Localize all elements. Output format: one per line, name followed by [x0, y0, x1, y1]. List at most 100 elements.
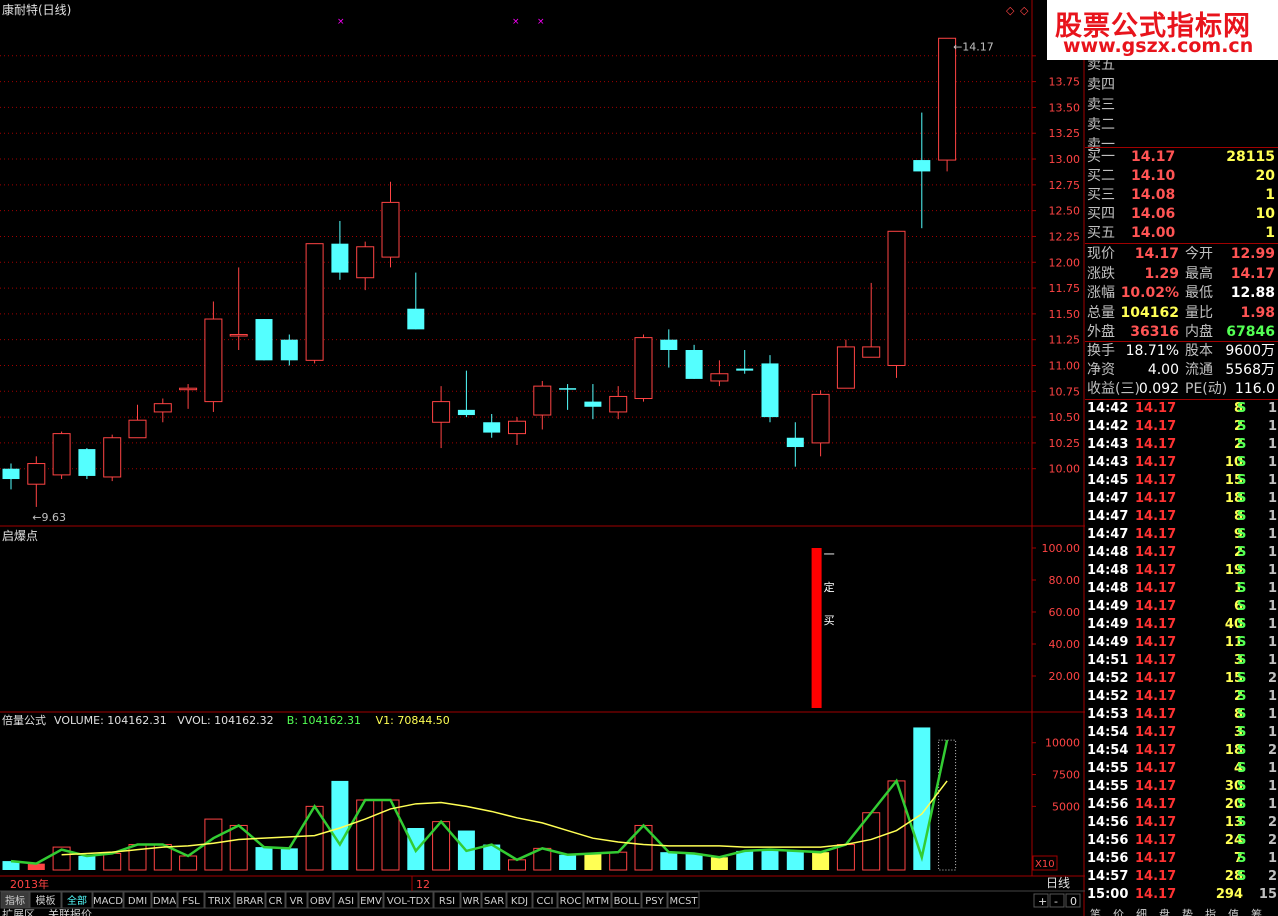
tick-side: S [1237, 599, 1247, 614]
quote-stat-label: 总量 [1087, 304, 1115, 321]
volume-bar [78, 856, 96, 870]
volume-stat: B: 104162.31 [287, 714, 361, 727]
indicator-tab-label[interactable]: 全部 [67, 894, 87, 907]
indicator-tab-label[interactable]: CR [269, 896, 283, 907]
tick-price: 14.17 [1135, 671, 1177, 686]
sell-level: 卖三 [1087, 96, 1115, 114]
indicator-tab-label[interactable]: DMI [128, 896, 147, 907]
tick-row: 14:48 14.17 1 S 1 [1087, 580, 1277, 598]
indicator-tab-label[interactable]: RSI [439, 896, 455, 907]
tick-row: 14:48 14.17 2 S 1 [1087, 544, 1277, 562]
indicator-tab-label[interactable]: ROC [560, 896, 582, 907]
sell-level-label: 卖四 [1087, 77, 1115, 93]
indicator-tab-label[interactable]: VR [290, 896, 304, 907]
volume-bar [660, 852, 678, 870]
candle-down [913, 160, 931, 172]
candle-up [204, 318, 223, 403]
volume-bar [761, 849, 779, 870]
indicator-tab-label[interactable]: VOL-TDX [387, 896, 430, 907]
buy-level: 买二 14.10 20 [1087, 167, 1277, 185]
indicator-tab-label[interactable]: TRIX [207, 896, 231, 907]
tick-time: 14:57 [1087, 869, 1129, 884]
tick-row: 14:45 14.17 15 S 1 [1087, 472, 1277, 490]
stock-title: 康耐特(日线) [2, 2, 71, 17]
indicator-tab-label[interactable]: OBV [310, 896, 331, 907]
indicator-tab-label[interactable]: KDJ [511, 896, 528, 907]
period-button-label[interactable]: - [1054, 895, 1058, 908]
tick-time: 14:48 [1087, 563, 1129, 578]
tick-time: 14:47 [1087, 491, 1129, 506]
tick-count: 1 [1267, 779, 1277, 794]
indicator-tab-label[interactable]: 指标 [5, 894, 25, 907]
volume-stat: VOLUME: 104162.31 [54, 714, 167, 727]
tick-time: 14:53 [1087, 707, 1129, 722]
indicator-tab-label[interactable]: MCST [669, 896, 698, 907]
tick-price: 14.17 [1135, 545, 1177, 560]
volume-title: 倍量公式 [2, 713, 46, 727]
marker-x-icon: × [337, 17, 345, 27]
volume-bar [584, 853, 602, 870]
buy-level: 买四 14.06 10 [1087, 205, 1277, 223]
tick-time: 14:56 [1087, 833, 1129, 848]
quote-stat-value: 14.17 [1230, 265, 1275, 282]
indicator-tab-label[interactable]: SAR [484, 896, 504, 907]
price-tick-label: 11.00 [1049, 359, 1081, 372]
candle-down [584, 401, 602, 407]
tick-count: 2 [1267, 743, 1277, 758]
candle-up [811, 393, 830, 444]
tick-side: S [1237, 707, 1247, 722]
volume-bar [812, 852, 830, 870]
volume-bar [938, 739, 957, 871]
indicator-tab-label[interactable]: BOLL [614, 896, 640, 907]
period-button-label[interactable]: + [1038, 895, 1047, 908]
volume-bar [508, 859, 526, 871]
quote-stat-label: 外盘 [1087, 324, 1115, 340]
indicator-tab-label[interactable]: MTM [586, 896, 609, 907]
indicator-tab-label[interactable]: BRAR [236, 896, 263, 907]
quote-stat-label: 量比 [1185, 304, 1213, 321]
price-tick-label: 12.75 [1049, 179, 1081, 192]
fundamental-row: 收益(三) 0.092 PE(动) 116.0 [1087, 380, 1277, 398]
price-tick-label: 13.50 [1049, 101, 1081, 114]
bottom-tab[interactable]: 关联报价 [48, 907, 92, 916]
indicator-tab-label[interactable]: PSY [645, 896, 664, 907]
quote-stat-row: 外盘 36316 内盘 67846 [1087, 323, 1277, 341]
tick-count: 2 [1267, 869, 1277, 884]
volume-ma-yellow [61, 780, 948, 856]
signal-text: 一 [824, 548, 835, 561]
price-tick-label: 11.75 [1049, 282, 1081, 295]
indicator-tab-label[interactable]: ASI [338, 896, 354, 907]
candle-up [634, 337, 653, 400]
tick-row: 14:53 14.17 8 S 1 [1087, 706, 1277, 724]
indicator-tab-label[interactable]: CCI [537, 896, 554, 907]
tick-count: 1 [1267, 725, 1277, 740]
tick-time: 14:47 [1087, 527, 1129, 542]
tick-price: 14.17 [1135, 725, 1177, 740]
price-tick-label: 10.00 [1049, 463, 1081, 476]
period-button-label[interactable]: 0 [1070, 895, 1077, 908]
fundamental-value: 9600万 [1225, 343, 1275, 359]
candle-down [736, 368, 754, 371]
tick-side: S [1237, 689, 1247, 704]
indicator-tab-label[interactable]: DMA [153, 896, 176, 907]
candle-down [685, 350, 703, 379]
tick-time: 14:56 [1087, 797, 1129, 812]
buy-level-volume: 1 [1265, 225, 1275, 241]
indicator-tab-label[interactable]: FSL [182, 896, 200, 907]
tick-count: 1 [1267, 851, 1277, 866]
volume-stat: VVOL: 104162.32 [177, 714, 273, 727]
indicator-tab-label[interactable]: WR [463, 896, 480, 907]
fundamental-value: 18.71% [1125, 343, 1179, 359]
buy-level-price: 14.10 [1131, 168, 1176, 184]
tick-row: 14:47 14.17 9 S 1 [1087, 526, 1277, 544]
indicator-tab-label[interactable]: EMV [360, 896, 382, 907]
tick-time: 14:52 [1087, 689, 1129, 704]
indicator-tab-label[interactable]: MACD [93, 896, 123, 907]
tick-row: 14:56 14.17 20 S 1 [1087, 796, 1277, 814]
tick-side: S [1237, 743, 1247, 758]
indicator-tab-label[interactable]: 模板 [36, 894, 56, 907]
candle-up [179, 387, 198, 391]
tick-price: 14.17 [1135, 401, 1177, 416]
bottom-tab[interactable]: 扩展区 [2, 907, 35, 916]
tick-count: 1 [1267, 473, 1277, 488]
